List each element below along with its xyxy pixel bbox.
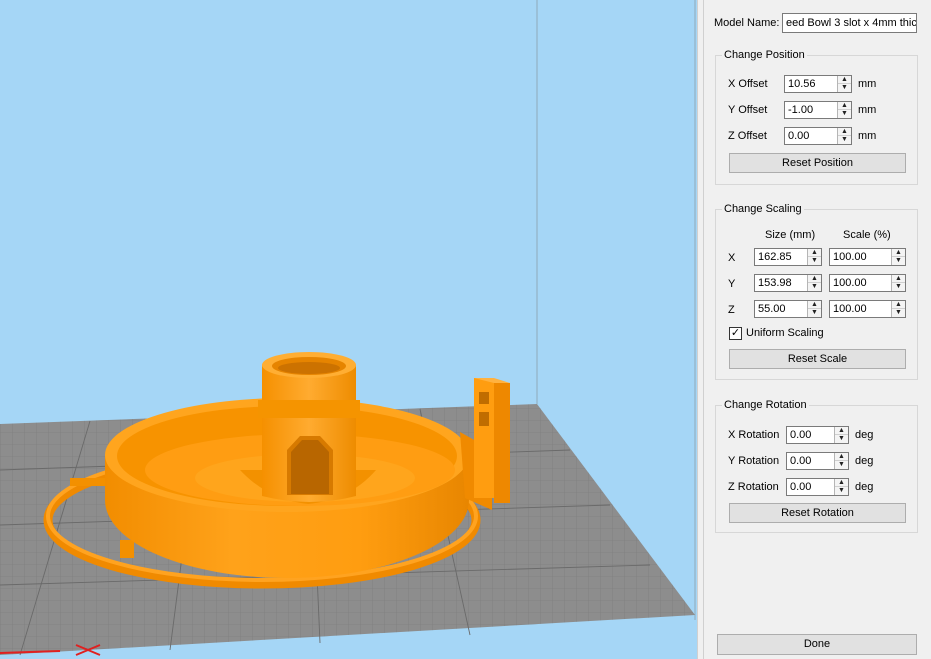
x-offset-input[interactable] xyxy=(785,76,839,92)
y-offset-field[interactable]: ▲▼ xyxy=(784,101,852,119)
spin-up-icon[interactable]: ▲ xyxy=(892,249,905,257)
model-name-field[interactable] xyxy=(782,13,917,33)
size-x-field[interactable]: ▲▼ xyxy=(754,248,822,266)
spin-up-icon[interactable]: ▲ xyxy=(808,301,821,309)
y-offset-input[interactable] xyxy=(785,102,839,118)
scale-x-axis-label: X xyxy=(728,252,736,264)
y-rotation-input[interactable] xyxy=(787,453,836,469)
scale-x-input[interactable] xyxy=(830,249,893,265)
change-position-title: Change Position xyxy=(722,49,807,61)
z-rotation-label: Z Rotation xyxy=(728,481,779,493)
x-offset-spinner[interactable]: ▲ ▼ xyxy=(837,76,851,92)
x-offset-field[interactable]: ▲▼ xyxy=(784,75,852,93)
scale-y-spinner[interactable]: ▲ ▼ xyxy=(891,275,905,291)
spin-up-icon[interactable]: ▲ xyxy=(838,128,851,136)
size-y-spinner[interactable]: ▲ ▼ xyxy=(807,275,821,291)
y-rotation-unit: deg xyxy=(855,455,874,467)
size-x-input[interactable] xyxy=(755,249,809,265)
size-z-input[interactable] xyxy=(755,301,809,317)
x-rotation-spinner[interactable]: ▲ ▼ xyxy=(834,427,848,443)
spin-down-icon[interactable]: ▼ xyxy=(808,257,821,265)
change-scaling-title: Change Scaling xyxy=(722,203,804,215)
spin-up-icon[interactable]: ▲ xyxy=(892,301,905,309)
done-button[interactable]: Done xyxy=(717,634,917,655)
scene-svg xyxy=(0,0,696,656)
y-offset-spinner[interactable]: ▲ ▼ xyxy=(837,102,851,118)
x-offset-unit: mm xyxy=(858,78,877,90)
panel-splitter[interactable] xyxy=(697,0,704,659)
spin-up-icon[interactable]: ▲ xyxy=(838,76,851,84)
y-rotation-field[interactable]: ▲▼ xyxy=(786,452,849,470)
size-x-spinner[interactable]: ▲ ▼ xyxy=(807,249,821,265)
size-y-field[interactable]: ▲▼ xyxy=(754,274,822,292)
scale-y-input[interactable] xyxy=(830,275,893,291)
reset-scale-button[interactable]: Reset Scale xyxy=(729,349,906,369)
spin-down-icon[interactable]: ▼ xyxy=(892,257,905,265)
spin-down-icon[interactable]: ▼ xyxy=(838,136,851,144)
change-scaling-group: Change Scaling Size (mm) Scale (%) X ▲▼ … xyxy=(715,203,918,380)
spin-down-icon[interactable]: ▼ xyxy=(838,110,851,118)
spin-down-icon[interactable]: ▼ xyxy=(835,461,848,469)
z-offset-spinner[interactable]: ▲ ▼ xyxy=(837,128,851,144)
x-rotation-unit: deg xyxy=(855,429,874,441)
z-rotation-spinner[interactable]: ▲ ▼ xyxy=(834,479,848,495)
spin-up-icon[interactable]: ▲ xyxy=(835,427,848,435)
reset-rotation-button[interactable]: Reset Rotation xyxy=(729,503,906,523)
size-y-input[interactable] xyxy=(755,275,809,291)
spin-down-icon[interactable]: ▼ xyxy=(808,309,821,317)
z-offset-unit: mm xyxy=(858,130,877,142)
spin-up-icon[interactable]: ▲ xyxy=(838,102,851,110)
scale-column-header: Scale (%) xyxy=(843,229,891,241)
spin-down-icon[interactable]: ▼ xyxy=(892,283,905,291)
scale-y-axis-label: Y xyxy=(728,278,736,290)
spin-up-icon[interactable]: ▲ xyxy=(808,275,821,283)
scale-z-input[interactable] xyxy=(830,301,893,317)
scale-z-spinner[interactable]: ▲ ▼ xyxy=(891,301,905,317)
spin-up-icon[interactable]: ▲ xyxy=(835,479,848,487)
change-position-group: Change Position X Offset ▲▼ mm Y Offset … xyxy=(715,49,918,185)
scale-x-spinner[interactable]: ▲ ▼ xyxy=(891,249,905,265)
spin-down-icon[interactable]: ▼ xyxy=(808,283,821,291)
size-z-field[interactable]: ▲▼ xyxy=(754,300,822,318)
y-offset-label: Y Offset xyxy=(728,104,768,116)
model-properties-panel: Model Name: Change Position X Offset ▲▼ … xyxy=(704,0,931,659)
uniform-scaling-label[interactable]: Uniform Scaling xyxy=(746,327,824,339)
size-z-spinner[interactable]: ▲ ▼ xyxy=(807,301,821,317)
model-name-input[interactable] xyxy=(783,14,916,32)
scale-x-field[interactable]: ▲▼ xyxy=(829,248,906,266)
change-rotation-group: Change Rotation X Rotation ▲▼ deg Y Rota… xyxy=(715,399,918,533)
scale-z-field[interactable]: ▲▼ xyxy=(829,300,906,318)
z-offset-field[interactable]: ▲▼ xyxy=(784,127,852,145)
z-rotation-input[interactable] xyxy=(787,479,836,495)
x-offset-label: X Offset xyxy=(728,78,768,90)
x-rotation-field[interactable]: ▲▼ xyxy=(786,426,849,444)
spin-up-icon[interactable]: ▲ xyxy=(835,453,848,461)
change-rotation-title: Change Rotation xyxy=(722,399,809,411)
spin-up-icon[interactable]: ▲ xyxy=(808,249,821,257)
z-rotation-unit: deg xyxy=(855,481,874,493)
y-rotation-spinner[interactable]: ▲ ▼ xyxy=(834,453,848,469)
y-offset-unit: mm xyxy=(858,104,877,116)
x-rotation-input[interactable] xyxy=(787,427,836,443)
scale-z-axis-label: Z xyxy=(728,304,735,316)
x-rotation-label: X Rotation xyxy=(728,429,780,441)
reset-position-button[interactable]: Reset Position xyxy=(729,153,906,173)
z-rotation-field[interactable]: ▲▼ xyxy=(786,478,849,496)
spin-down-icon[interactable]: ▼ xyxy=(835,487,848,495)
uniform-scaling-checkbox[interactable]: ✓ xyxy=(729,327,742,340)
y-rotation-label: Y Rotation xyxy=(728,455,780,467)
size-column-header: Size (mm) xyxy=(765,229,816,241)
spin-up-icon[interactable]: ▲ xyxy=(892,275,905,283)
scale-y-field[interactable]: ▲▼ xyxy=(829,274,906,292)
spin-down-icon[interactable]: ▼ xyxy=(838,84,851,92)
z-offset-input[interactable] xyxy=(785,128,839,144)
spin-down-icon[interactable]: ▼ xyxy=(835,435,848,443)
spin-down-icon[interactable]: ▼ xyxy=(892,309,905,317)
3d-viewport[interactable] xyxy=(0,0,697,659)
model-name-label: Model Name: xyxy=(714,17,780,29)
z-offset-label: Z Offset xyxy=(728,130,767,142)
